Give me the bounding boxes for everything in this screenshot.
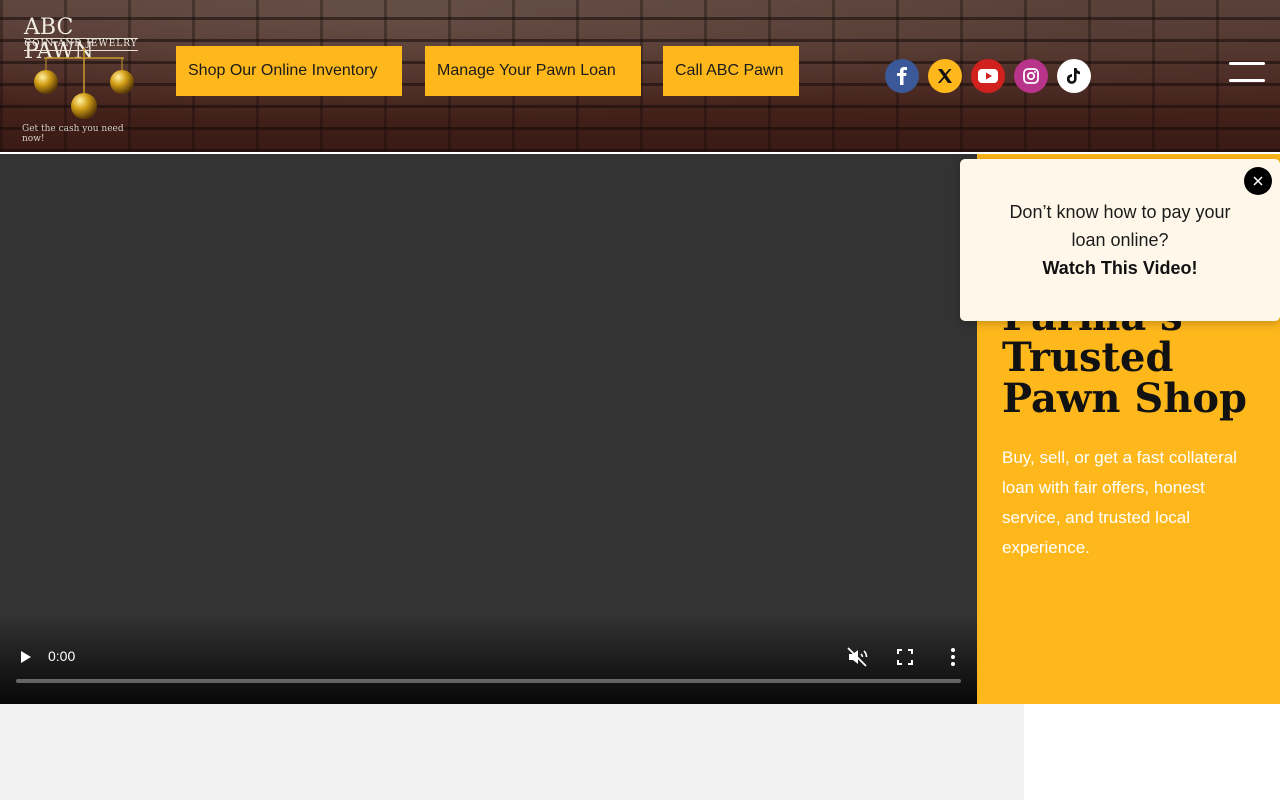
facebook-icon[interactable] bbox=[885, 59, 919, 93]
watch-video-link[interactable]: Watch This Video! bbox=[1000, 254, 1240, 282]
content-area-grey bbox=[0, 704, 1024, 800]
site-header: ABC PAWN COIN AND JEWELRY Get the cash y… bbox=[0, 0, 1280, 152]
youtube-icon[interactable] bbox=[971, 59, 1005, 93]
video-time: 0:00 bbox=[48, 648, 76, 664]
pay-online-popup: Don’t know how to pay your loan online? … bbox=[960, 159, 1280, 321]
hamburger-menu-icon[interactable] bbox=[1229, 62, 1265, 82]
manage-pawn-loan-button[interactable]: Manage Your Pawn Loan bbox=[425, 46, 641, 96]
close-icon[interactable] bbox=[1244, 167, 1272, 195]
hero-description: Buy, sell, or get a fast collateral loan… bbox=[1002, 448, 1237, 557]
x-twitter-icon[interactable] bbox=[928, 59, 962, 93]
pawn-balls-icon bbox=[34, 48, 134, 119]
shop-inventory-button[interactable]: Shop Our Online Inventory bbox=[176, 46, 402, 96]
call-abc-pawn-button[interactable]: Call ABC Pawn bbox=[663, 46, 799, 96]
instagram-icon[interactable] bbox=[1014, 59, 1048, 93]
fullscreen-icon[interactable] bbox=[896, 648, 914, 666]
video-progress-bar[interactable] bbox=[16, 679, 961, 683]
tiktok-icon[interactable] bbox=[1057, 59, 1091, 93]
mute-icon[interactable] bbox=[846, 646, 868, 668]
logo-tagline: Get the cash you need now! bbox=[22, 124, 124, 144]
popup-message: Don’t know how to pay your loan online? bbox=[1009, 202, 1231, 250]
video-controls-shade bbox=[0, 614, 977, 704]
more-options-icon[interactable] bbox=[944, 646, 962, 668]
site-logo[interactable]: ABC PAWN COIN AND JEWELRY Get the cash y… bbox=[16, 14, 148, 144]
hero-video-player[interactable]: 0:00 bbox=[0, 154, 977, 704]
play-icon[interactable] bbox=[16, 648, 34, 666]
content-area-white bbox=[1024, 704, 1280, 800]
